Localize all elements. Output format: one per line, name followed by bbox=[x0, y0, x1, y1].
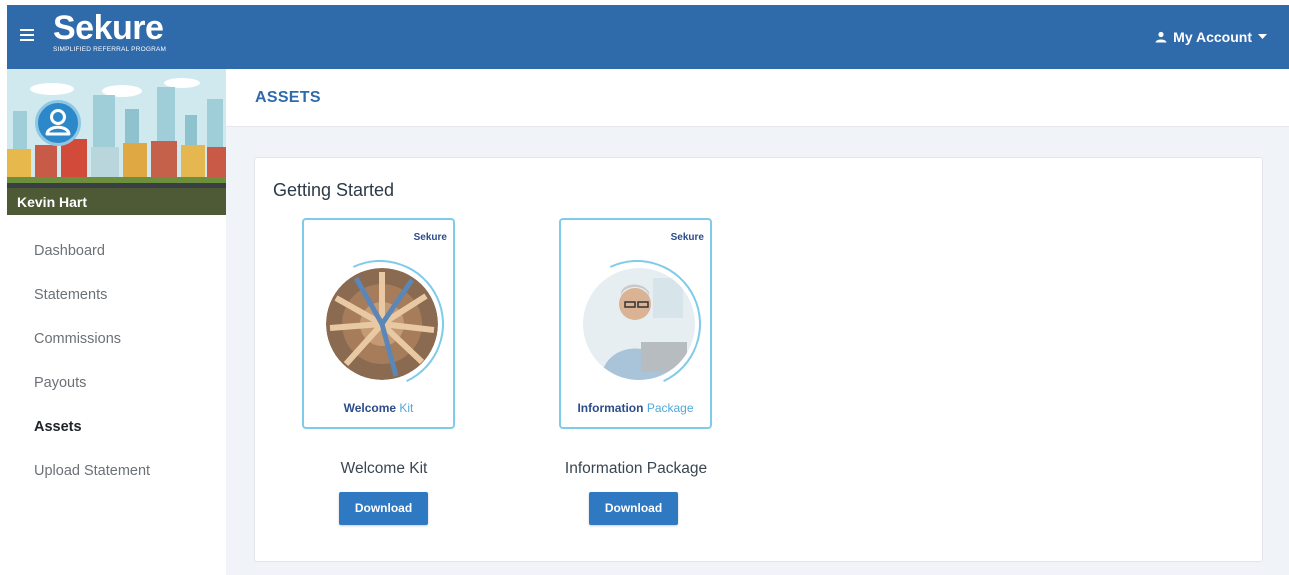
asset-name: Information Package bbox=[564, 460, 708, 477]
brand-logo[interactable]: Sekure SIMPLIFIED REFERRAL PROGRAM bbox=[53, 11, 166, 53]
sidebar: Kevin Hart Dashboard Statements Commissi… bbox=[7, 69, 226, 575]
brand-name: Sekure bbox=[53, 9, 164, 47]
user-icon bbox=[1155, 31, 1167, 43]
page-title: ASSETS bbox=[255, 89, 321, 106]
asset-thumbnail[interactable]: Sekure Information Package bbox=[554, 218, 720, 429]
sidebar-item-commissions[interactable]: Commissions bbox=[7, 317, 226, 361]
sidebar-item-payouts[interactable]: Payouts bbox=[7, 361, 226, 405]
thumbnail-caption: Information Package bbox=[577, 401, 694, 415]
top-navbar: Sekure SIMPLIFIED REFERRAL PROGRAM My Ac… bbox=[7, 5, 1289, 69]
user-name: Kevin Hart bbox=[17, 194, 88, 210]
brand-tagline: SIMPLIFIED REFERRAL PROGRAM bbox=[53, 46, 167, 53]
hands-together-image bbox=[326, 268, 438, 380]
thumbnail-photo bbox=[583, 268, 695, 380]
my-account-menu[interactable]: My Account bbox=[1155, 29, 1267, 45]
asset-name: Welcome Kit bbox=[340, 460, 428, 477]
sidebar-item-dashboard[interactable]: Dashboard bbox=[7, 229, 226, 273]
profile-banner: Kevin Hart bbox=[7, 69, 226, 215]
hamburger-menu-icon[interactable] bbox=[20, 29, 34, 41]
thumbnail-logo: Sekure bbox=[413, 232, 447, 243]
avatar[interactable] bbox=[35, 100, 81, 146]
man-at-laptop-image bbox=[583, 268, 695, 380]
main-content: ASSETS Getting Started Sekure Welcome Ki… bbox=[226, 69, 1289, 575]
getting-started-card: Getting Started Sekure Welcome Kit Welco… bbox=[254, 157, 1263, 562]
asset-thumbnail[interactable]: Sekure Welcome Kit bbox=[297, 218, 463, 429]
sidebar-menu: Dashboard Statements Commissions Payouts… bbox=[7, 229, 226, 493]
section-title: Getting Started bbox=[273, 180, 395, 200]
thumbnail-photo bbox=[326, 268, 438, 380]
download-button[interactable]: Download bbox=[339, 492, 428, 525]
sidebar-item-upload-statement[interactable]: Upload Statement bbox=[7, 449, 226, 493]
thumbnail-caption: Welcome Kit bbox=[343, 401, 414, 415]
sidebar-item-statements[interactable]: Statements bbox=[7, 273, 226, 317]
page-header: ASSETS bbox=[226, 69, 1289, 127]
download-button[interactable]: Download bbox=[589, 492, 678, 525]
my-account-label: My Account bbox=[1173, 29, 1252, 45]
caret-down-icon bbox=[1258, 34, 1267, 39]
user-name-bar: Kevin Hart bbox=[7, 188, 226, 215]
sidebar-item-assets[interactable]: Assets bbox=[7, 405, 226, 449]
user-avatar-icon bbox=[45, 109, 71, 136]
thumbnail-logo: Sekure bbox=[670, 232, 704, 243]
